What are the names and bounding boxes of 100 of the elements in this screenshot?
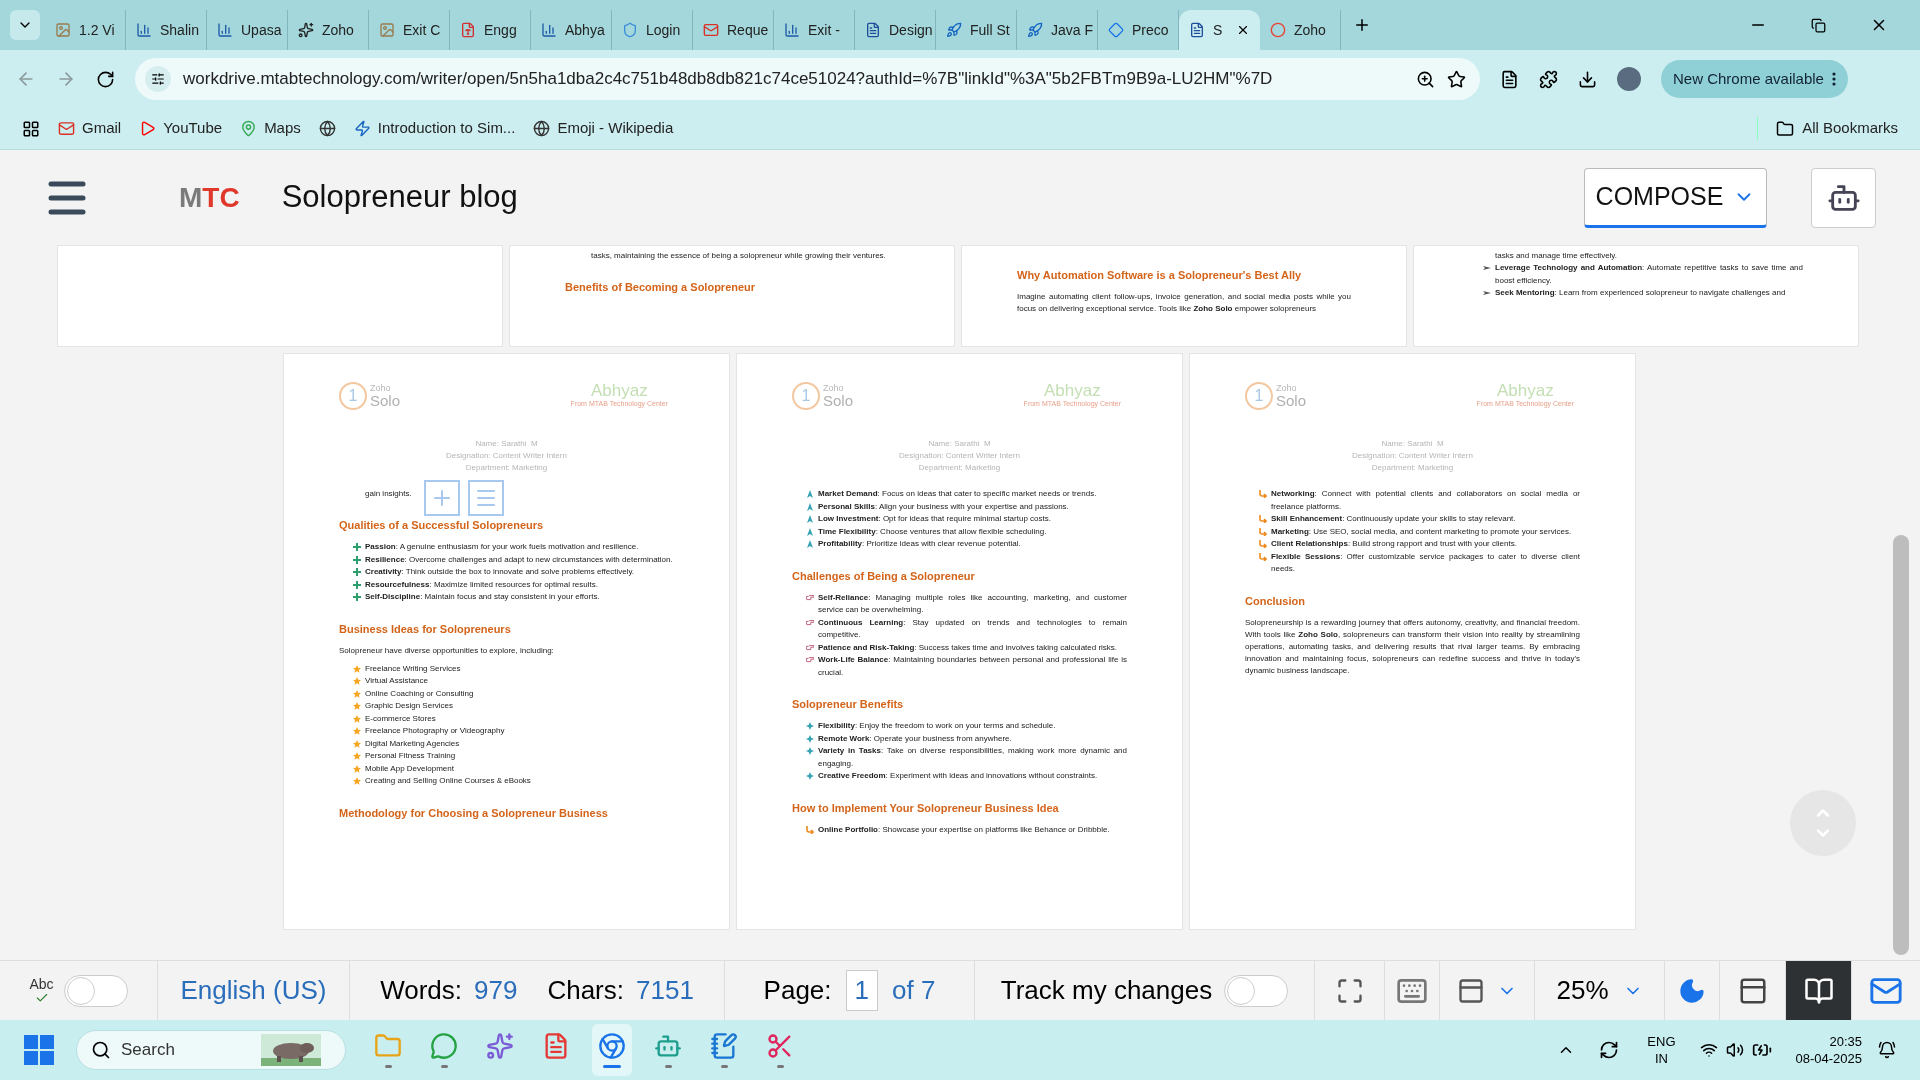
zoom-icon[interactable] (1416, 69, 1435, 89)
clock-time[interactable]: 20:35 (1829, 1033, 1862, 1050)
fullscreen-icon[interactable] (1335, 976, 1364, 1005)
dark-mode-icon[interactable] (1678, 976, 1706, 1005)
star-bullet-icon (353, 752, 361, 760)
paragraph: Imagine automating client follow-ups, invoice generation, and social media posts while you focus on delivering exceptional service. Tools like Zoho Solo empower solopreneurs (1017, 291, 1351, 315)
curved-arrow-icon (1259, 540, 1267, 548)
sync-icon[interactable] (1599, 1040, 1620, 1060)
star-bullet-icon (353, 702, 361, 710)
section-heading: Challenges of Being a Solopreneur (792, 568, 976, 583)
list-item: Marketing: Use SEO, social media, and content marketing to promote your services. (1271, 525, 1573, 538)
page-number-field[interactable]: 1 (845, 970, 878, 1011)
paragraph: Solopreneur have diverse opportunities to explore, including: (339, 644, 555, 657)
tab-title: Abhya (565, 20, 605, 40)
site-info-button[interactable] (145, 66, 171, 92)
star-bullet-icon (353, 739, 361, 748)
bookmark-icon[interactable] (533, 120, 551, 137)
page-setup-icon[interactable] (1457, 976, 1485, 1005)
list-item: Low Investment: Opt for ideas that require minimal startup costs. (818, 513, 1052, 525)
track-changes-toggle[interactable] (1224, 974, 1289, 1007)
logo-ring: 1 (339, 382, 367, 410)
bookmark-link[interactable]: Gmail (82, 117, 122, 140)
bookmark-link[interactable]: YouTube (163, 117, 223, 140)
wifi-icon[interactable] (1699, 1041, 1718, 1059)
search-field[interactable]: Search (76, 1030, 346, 1070)
compose-button[interactable]: COMPOSE (1584, 167, 1767, 228)
search-input[interactable]: Search (121, 1037, 251, 1063)
arrow-bullet-icon (1483, 289, 1491, 297)
diamond-bullet-icon (806, 734, 814, 743)
spellcheck-label[interactable]: Abc (29, 976, 54, 991)
bookmark-link[interactable]: Maps (264, 117, 301, 140)
apps-icon[interactable] (22, 119, 40, 138)
chars-label: Chars: (547, 974, 624, 1007)
close-tab-icon[interactable] (1236, 23, 1250, 37)
star-bullet-icon (353, 677, 361, 685)
list-item: Creating and Selling Online Courses & eBooks (365, 775, 532, 787)
reviewer-button[interactable] (1811, 167, 1876, 228)
browser-tab[interactable]: S (1179, 10, 1260, 50)
tab-favicon-icon (784, 22, 800, 38)
curved-arrow-icon (1259, 490, 1267, 498)
tab-title: Exit - (808, 20, 840, 40)
language-selector[interactable]: English (US) (180, 971, 327, 1010)
folder-icon[interactable] (1776, 119, 1795, 138)
tab-favicon-icon (541, 22, 557, 38)
all-bookmarks-link[interactable]: All Bookmarks (1802, 117, 1898, 140)
logo-ring: 1 (1245, 382, 1273, 410)
list-item: Resilience: Overcome challenges and adapt to new circumstances with determination. (365, 553, 674, 566)
brand-logo: Abhyaz (1496, 382, 1554, 400)
address-bar[interactable]: workdrive.mtabtechnology.com/writer/open/5n5ha1dba2c4c751b48db8db821c74ce51024?authId=%7B"linkId"%3A"5b2FBTm9B9a-LU2HM"%7D (135, 58, 1480, 100)
reload-icon[interactable] (96, 69, 115, 89)
list-item: Resourcefulness: Maximize limited resources for optimal results. (365, 578, 599, 591)
download-icon[interactable] (1578, 69, 1597, 89)
author-line: Department: Marketing (465, 462, 548, 474)
logo-ring: 1 (792, 382, 820, 410)
start-icon[interactable] (24, 1035, 54, 1065)
update-button[interactable]: New Chrome available (1661, 60, 1848, 98)
star-bullet-icon (353, 714, 361, 723)
notepad-icon (710, 1032, 738, 1060)
input-region[interactable]: IN (1654, 1050, 1668, 1067)
bookmark-link[interactable]: Emoji - Wikipedia (557, 117, 674, 140)
restore-icon[interactable] (1811, 17, 1826, 33)
extensions-icon[interactable] (1539, 69, 1558, 89)
list-item: Freelance Writing Services (365, 662, 462, 675)
author-line: Designation: Content Writer Intern (899, 450, 1020, 462)
notification-icon[interactable] (1878, 1041, 1896, 1059)
tab-search-button[interactable] (10, 10, 40, 40)
bookmark-icon[interactable] (353, 120, 371, 137)
section-heading: Methodology for Choosing a Solopreneur Business (339, 805, 609, 820)
pointing-hand-icon (806, 618, 814, 627)
zoom-level[interactable]: 25% (1556, 971, 1609, 1010)
page-label: Page: (763, 974, 832, 1007)
tab-favicon-icon (1189, 22, 1205, 38)
plus-bullet-icon (353, 580, 361, 589)
logo-text: Solo (1276, 393, 1307, 409)
spellcheck-toggle[interactable] (63, 974, 128, 1007)
list-item: Freelance Photography or Videography (365, 725, 506, 737)
app-logo: MTC (179, 180, 240, 215)
taskbar-app[interactable] (592, 1024, 632, 1076)
words-label: Words: (380, 974, 463, 1007)
list-item: Variety in Tasks: Take on diverse responsibilities, making work more dynamic and engaging. (818, 745, 1127, 770)
tab-favicon-icon (298, 22, 314, 38)
bookmark-link[interactable]: Introduction to Sim... (377, 117, 516, 140)
input-language[interactable]: ENG (1647, 1033, 1676, 1050)
clock-date[interactable]: 08-04-2025 (1795, 1050, 1862, 1067)
folder-icon (374, 1032, 402, 1060)
new-tab-icon[interactable] (1353, 16, 1371, 34)
profile-avatar[interactable] (1617, 67, 1641, 91)
bookmark-icon[interactable] (318, 120, 336, 137)
volume-icon[interactable] (1725, 1041, 1744, 1059)
extension-icon[interactable] (1500, 69, 1519, 89)
author-line: Name: Sarathi M (475, 438, 538, 450)
tab-favicon-icon (460, 22, 476, 38)
diamond-bullet-icon (806, 747, 814, 755)
tab-title: Zoho (322, 20, 354, 40)
star-bullet-icon (353, 777, 361, 785)
bookmark-star-icon[interactable] (1447, 69, 1466, 89)
arrow-bullet-icon (806, 540, 814, 548)
list-item: Passion: A genuine enthusiasm for your work fuels motivation and resilience. (365, 541, 640, 553)
scrollbar[interactable] (1893, 535, 1909, 955)
view-mode-button[interactable] (1786, 961, 1852, 1020)
